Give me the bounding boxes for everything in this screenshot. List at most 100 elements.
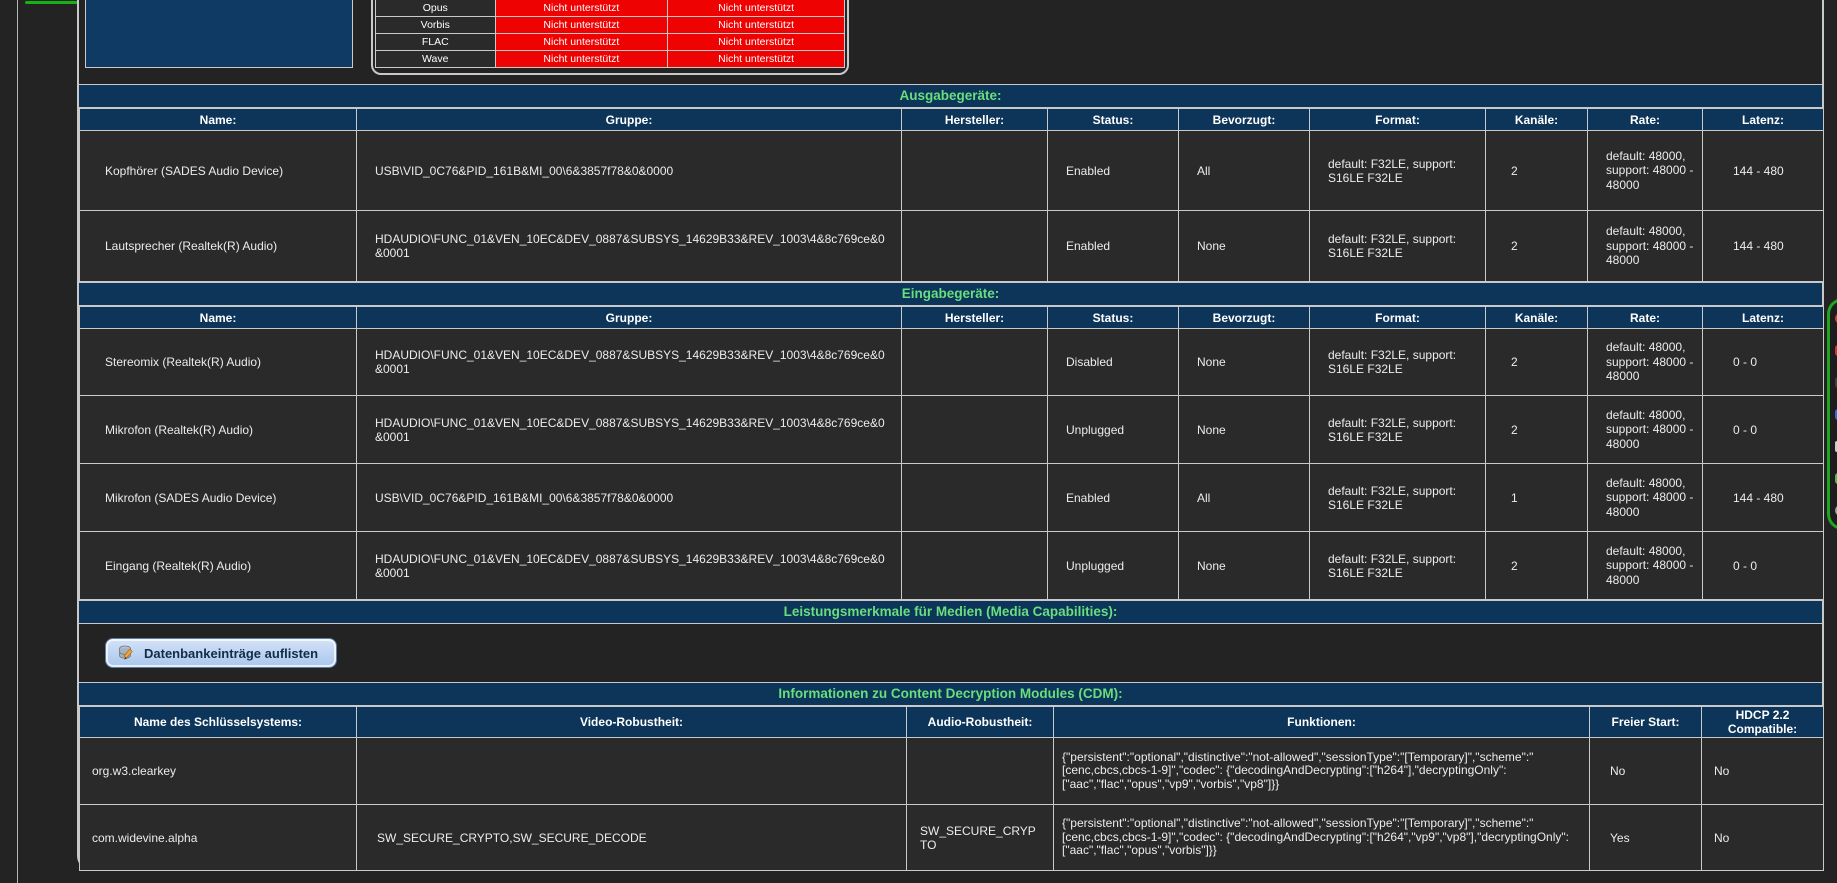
table-cell: default: F32LE, support: S16LE F32LE [1310, 211, 1486, 282]
table-cell: Opus [376, 0, 496, 17]
table-cell: 144 - 480 [1703, 131, 1824, 211]
table-cell: 2 [1486, 396, 1588, 464]
table-cell: Mikrofon (Realtek(R) Audio) [80, 396, 357, 464]
table-cell: SW_SECURE_CRYPTO,SW_SECURE_DECODE [357, 805, 907, 871]
column-header: Name: [80, 307, 357, 329]
table-cell: 2 [1486, 532, 1588, 600]
database-edit-icon [118, 645, 135, 661]
table-cell: None [1179, 329, 1310, 396]
table-header-row: Name des Schlüsselsystems:Video-Robusthe… [80, 707, 1824, 738]
table-cell: HDAUDIO\FUNC_01&VEN_10EC&DEV_0887&SUBSYS… [357, 532, 902, 600]
table-cell: FLAC [376, 34, 496, 51]
table-cell: 144 - 480 [1703, 464, 1824, 532]
column-header: Format: [1310, 307, 1486, 329]
table-cell: Nicht unterstützt [495, 17, 668, 34]
table-cell: default: 48000, support: 48000 - 48000 [1588, 211, 1703, 282]
table-cell: Wave [376, 51, 496, 68]
table-cell: {"persistent":"optional","distinctive":"… [1054, 805, 1590, 871]
table-cell: None [1179, 532, 1310, 600]
table-row: Mikrofon (Realtek(R) Audio)HDAUDIO\FUNC_… [80, 396, 1824, 464]
table-cell: Stereomix (Realtek(R) Audio) [80, 329, 357, 396]
table-cell: default: 48000, support: 48000 - 48000 [1588, 396, 1703, 464]
table-cell [907, 738, 1054, 805]
table-row: FLACNicht unterstütztNicht unterstützt [376, 34, 845, 51]
table-header-row: Name:Gruppe:Hersteller:Status:Bevorzugt:… [80, 109, 1824, 131]
table-row: OpusNicht unterstütztNicht unterstützt [376, 0, 845, 17]
table-cell: USB\VID_0C76&PID_161B&MI_00\6&3857f78&0&… [357, 131, 902, 211]
table-cell: Nicht unterstützt [495, 51, 668, 68]
table-cell: None [1179, 396, 1310, 464]
table-cell: 0 - 0 [1703, 396, 1824, 464]
table-row: WaveNicht unterstütztNicht unterstützt [376, 51, 845, 68]
section-title-media-capabilities: Leistungsmerkmale für Medien (Media Capa… [79, 600, 1822, 624]
table-cell: Nicht unterstützt [668, 51, 845, 68]
column-header: Status: [1048, 109, 1179, 131]
table-cell: default: F32LE, support: S16LE F32LE [1310, 464, 1486, 532]
table-cell: com.widevine.alpha [80, 805, 357, 871]
table-cell: Nicht unterstützt [668, 34, 845, 51]
table-cell: Eingang (Realtek(R) Audio) [80, 532, 357, 600]
table-cell: Lautsprecher (Realtek(R) Audio) [80, 211, 357, 282]
table-cell: Disabled [1048, 329, 1179, 396]
column-header: Format: [1310, 109, 1486, 131]
column-header: Rate: [1588, 109, 1703, 131]
column-header: Bevorzugt: [1179, 109, 1310, 131]
table-cell [902, 532, 1048, 600]
column-header: Funktionen: [1054, 707, 1590, 738]
column-header: Audio-Robustheit: [907, 707, 1054, 738]
column-header: Rate: [1588, 307, 1703, 329]
cutoff-top-area: OpusNicht unterstütztNicht unterstütztVo… [79, 0, 1822, 84]
column-header: Status: [1048, 307, 1179, 329]
section-title-output-devices: Ausgabegeräte: [79, 84, 1822, 108]
table-cell: default: 48000, support: 48000 - 48000 [1588, 464, 1703, 532]
table-cell: default: F32LE, support: S16LE F32LE [1310, 532, 1486, 600]
codec-support-panel: OpusNicht unterstütztNicht unterstütztVo… [371, 0, 849, 75]
table-cell [357, 738, 907, 805]
column-header: Latenz: [1703, 307, 1824, 329]
table-row: com.widevine.alphaSW_SECURE_CRYPTO,SW_SE… [80, 805, 1824, 871]
column-header: Hersteller: [902, 109, 1048, 131]
table-cell: Unplugged [1048, 396, 1179, 464]
table-cell: Kopfhörer (SADES Audio Device) [80, 131, 357, 211]
list-database-entries-button[interactable]: Datenbankeinträge auflisten [105, 638, 337, 668]
table-cell: Enabled [1048, 131, 1179, 211]
cdm-table: Name des Schlüsselsystems:Video-Robusthe… [79, 706, 1824, 871]
column-header: Gruppe: [357, 109, 902, 131]
table-cell: HDAUDIO\FUNC_01&VEN_10EC&DEV_0887&SUBSYS… [357, 211, 902, 282]
table-row: Mikrofon (SADES Audio Device)USB\VID_0C7… [80, 464, 1824, 532]
section-title-cdm-info: Informationen zu Content Decryption Modu… [79, 682, 1822, 706]
column-header: Name: [80, 109, 357, 131]
table-cell [902, 329, 1048, 396]
table-cell: 0 - 0 [1703, 329, 1824, 396]
column-header: Kanäle: [1486, 307, 1588, 329]
list-database-entries-label: Datenbankeinträge auflisten [144, 646, 318, 661]
table-row: Stereomix (Realtek(R) Audio)HDAUDIO\FUNC… [80, 329, 1824, 396]
table-header-row: Name:Gruppe:Hersteller:Status:Bevorzugt:… [80, 307, 1824, 329]
table-row: org.w3.clearkey{"persistent":"optional",… [80, 738, 1824, 805]
column-header: Bevorzugt: [1179, 307, 1310, 329]
partial-section-header-cell [85, 0, 353, 68]
table-cell: All [1179, 131, 1310, 211]
table-cell: default: 48000, support: 48000 - 48000 [1588, 131, 1703, 211]
table-cell: Nicht unterstützt [495, 34, 668, 51]
side-extension-toolbar [1827, 298, 1837, 530]
table-cell: Unplugged [1048, 532, 1179, 600]
table-cell: No [1702, 738, 1824, 805]
table-cell: Enabled [1048, 464, 1179, 532]
table-row: Kopfhörer (SADES Audio Device)USB\VID_0C… [80, 131, 1824, 211]
column-header: Name des Schlüsselsystems: [80, 707, 357, 738]
table-cell: No [1590, 738, 1702, 805]
table-row: VorbisNicht unterstütztNicht unterstützt [376, 17, 845, 34]
table-cell: Vorbis [376, 17, 496, 34]
output-devices-table: Name:Gruppe:Hersteller:Status:Bevorzugt:… [79, 108, 1824, 282]
table-cell: 2 [1486, 211, 1588, 282]
table-cell: 2 [1486, 131, 1588, 211]
table-cell: 2 [1486, 329, 1588, 396]
table-cell: HDAUDIO\FUNC_01&VEN_10EC&DEV_0887&SUBSYS… [357, 329, 902, 396]
table-cell [902, 211, 1048, 282]
media-internals-page: { "colors": { "header_navy": "#0d3459", … [0, 0, 1837, 883]
table-cell [902, 131, 1048, 211]
table-cell: None [1179, 211, 1310, 282]
table-cell: default: 48000, support: 48000 - 48000 [1588, 329, 1703, 396]
column-header: Gruppe: [357, 307, 902, 329]
